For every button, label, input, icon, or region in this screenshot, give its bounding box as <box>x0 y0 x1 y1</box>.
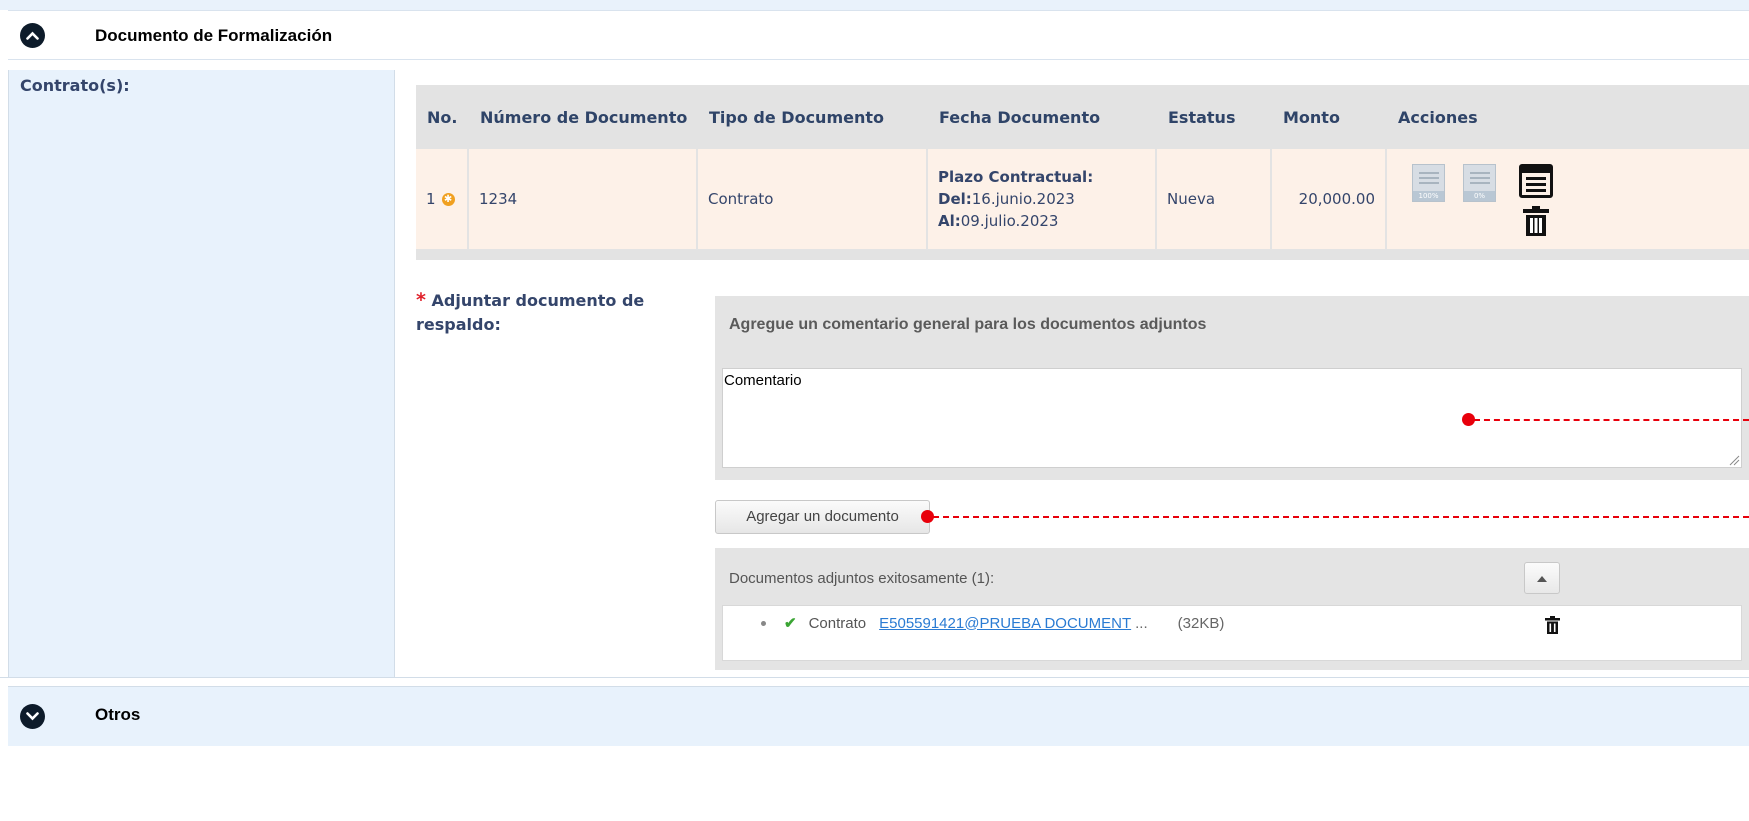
header-estatus: Estatus <box>1168 107 1236 127</box>
attach-label: * Adjuntar documento de respaldo: <box>416 288 686 337</box>
label-column: Contrato(s): <box>8 70 395 677</box>
progress-full-icon[interactable]: 100% <box>1412 164 1445 202</box>
comment-textarea[interactable]: Comentario <box>722 368 1742 468</box>
file-link[interactable]: E505591421@PRUEBA DOCUMENT <box>879 615 1131 632</box>
file-size: (32KB) <box>1177 614 1225 632</box>
cell-monto: 20,000.00 <box>1272 149 1387 249</box>
header-acciones: Acciones <box>1398 107 1478 127</box>
add-document-button[interactable]: Agregar un documento <box>715 500 930 534</box>
al-label: Al: <box>938 212 961 230</box>
header-no: No. <box>427 107 458 127</box>
resize-handle-icon[interactable] <box>1728 454 1740 466</box>
chevron-up-icon[interactable] <box>20 23 45 48</box>
attached-documents-panel: Documentos adjuntos exitosamente (1): ✔ … <box>715 548 1749 670</box>
calculator-icon[interactable] <box>1519 164 1553 198</box>
section-title: Documento de Formalización <box>95 26 333 45</box>
comment-header: Agregue un comentario general para los d… <box>729 316 1207 333</box>
collapse-button[interactable] <box>1524 562 1560 594</box>
header-numero: Número de Documento <box>480 107 688 127</box>
section-title: Otros <box>95 705 141 724</box>
table-header-row: No. Número de Documento Tipo de Document… <box>416 85 1749 149</box>
new-badge-icon: ✱ <box>441 192 455 206</box>
check-icon: ✔ <box>784 615 797 632</box>
bullet-icon <box>761 620 766 626</box>
header-tipo: Tipo de Documento <box>709 107 884 127</box>
header-fecha: Fecha Documento <box>939 107 1101 127</box>
triangle-up-icon <box>1537 576 1547 582</box>
annotation-line <box>933 516 1749 518</box>
top-band <box>0 0 1749 10</box>
plazo-label: Plazo Contractual: <box>938 168 1094 186</box>
file-type: Contrato <box>808 614 867 632</box>
row-number: 1 <box>426 190 436 208</box>
cell-no: 1 ✱ <box>416 149 469 249</box>
trash-icon[interactable] <box>1523 206 1549 236</box>
cell-numero: 1234 <box>469 149 698 249</box>
list-item: ✔ Contrato E505591421@PRUEBA DOCUMENT ..… <box>761 614 1224 632</box>
del-value: 16.junio.2023 <box>971 190 1075 208</box>
attached-list: ✔ Contrato E505591421@PRUEBA DOCUMENT ..… <box>722 605 1742 661</box>
chevron-down-icon[interactable] <box>20 704 45 729</box>
section-header-otros[interactable]: Otros <box>8 686 1749 746</box>
comment-panel: Agregue un comentario general para los d… <box>715 296 1749 480</box>
header-monto: Monto <box>1283 107 1340 127</box>
file-ellipsis: ... <box>1135 614 1148 632</box>
attached-header: Documentos adjuntos exitosamente (1): <box>729 570 995 587</box>
cell-tipo: Contrato <box>698 149 928 249</box>
section-header-formalizacion[interactable]: Documento de Formalización <box>8 10 1749 60</box>
cell-estatus: Nueva <box>1157 149 1272 249</box>
documents-table: No. Número de Documento Tipo de Document… <box>416 85 1749 249</box>
cell-acciones: 100% 0% <box>1387 149 1749 249</box>
cell-fecha: Plazo Contractual: Del:16.junio.2023 Al:… <box>928 149 1157 249</box>
del-label: Del: <box>938 190 972 208</box>
progress-zero-icon[interactable]: 0% <box>1463 164 1496 202</box>
contratos-label: Contrato(s): <box>20 76 130 95</box>
attach-label-text: Adjuntar documento de respaldo: <box>416 291 645 334</box>
annotation-line <box>1474 419 1749 421</box>
documents-table-container: No. Número de Documento Tipo de Document… <box>416 85 1749 260</box>
table-row: 1 ✱ 1234 Contrato Plazo Contractual: Del… <box>416 149 1749 249</box>
divider <box>0 677 1749 686</box>
required-mark: * <box>416 289 426 311</box>
delete-file-icon[interactable] <box>1545 616 1560 634</box>
al-value: 09.julio.2023 <box>960 212 1059 230</box>
main-content: No. Número de Documento Tipo de Document… <box>396 70 1749 677</box>
